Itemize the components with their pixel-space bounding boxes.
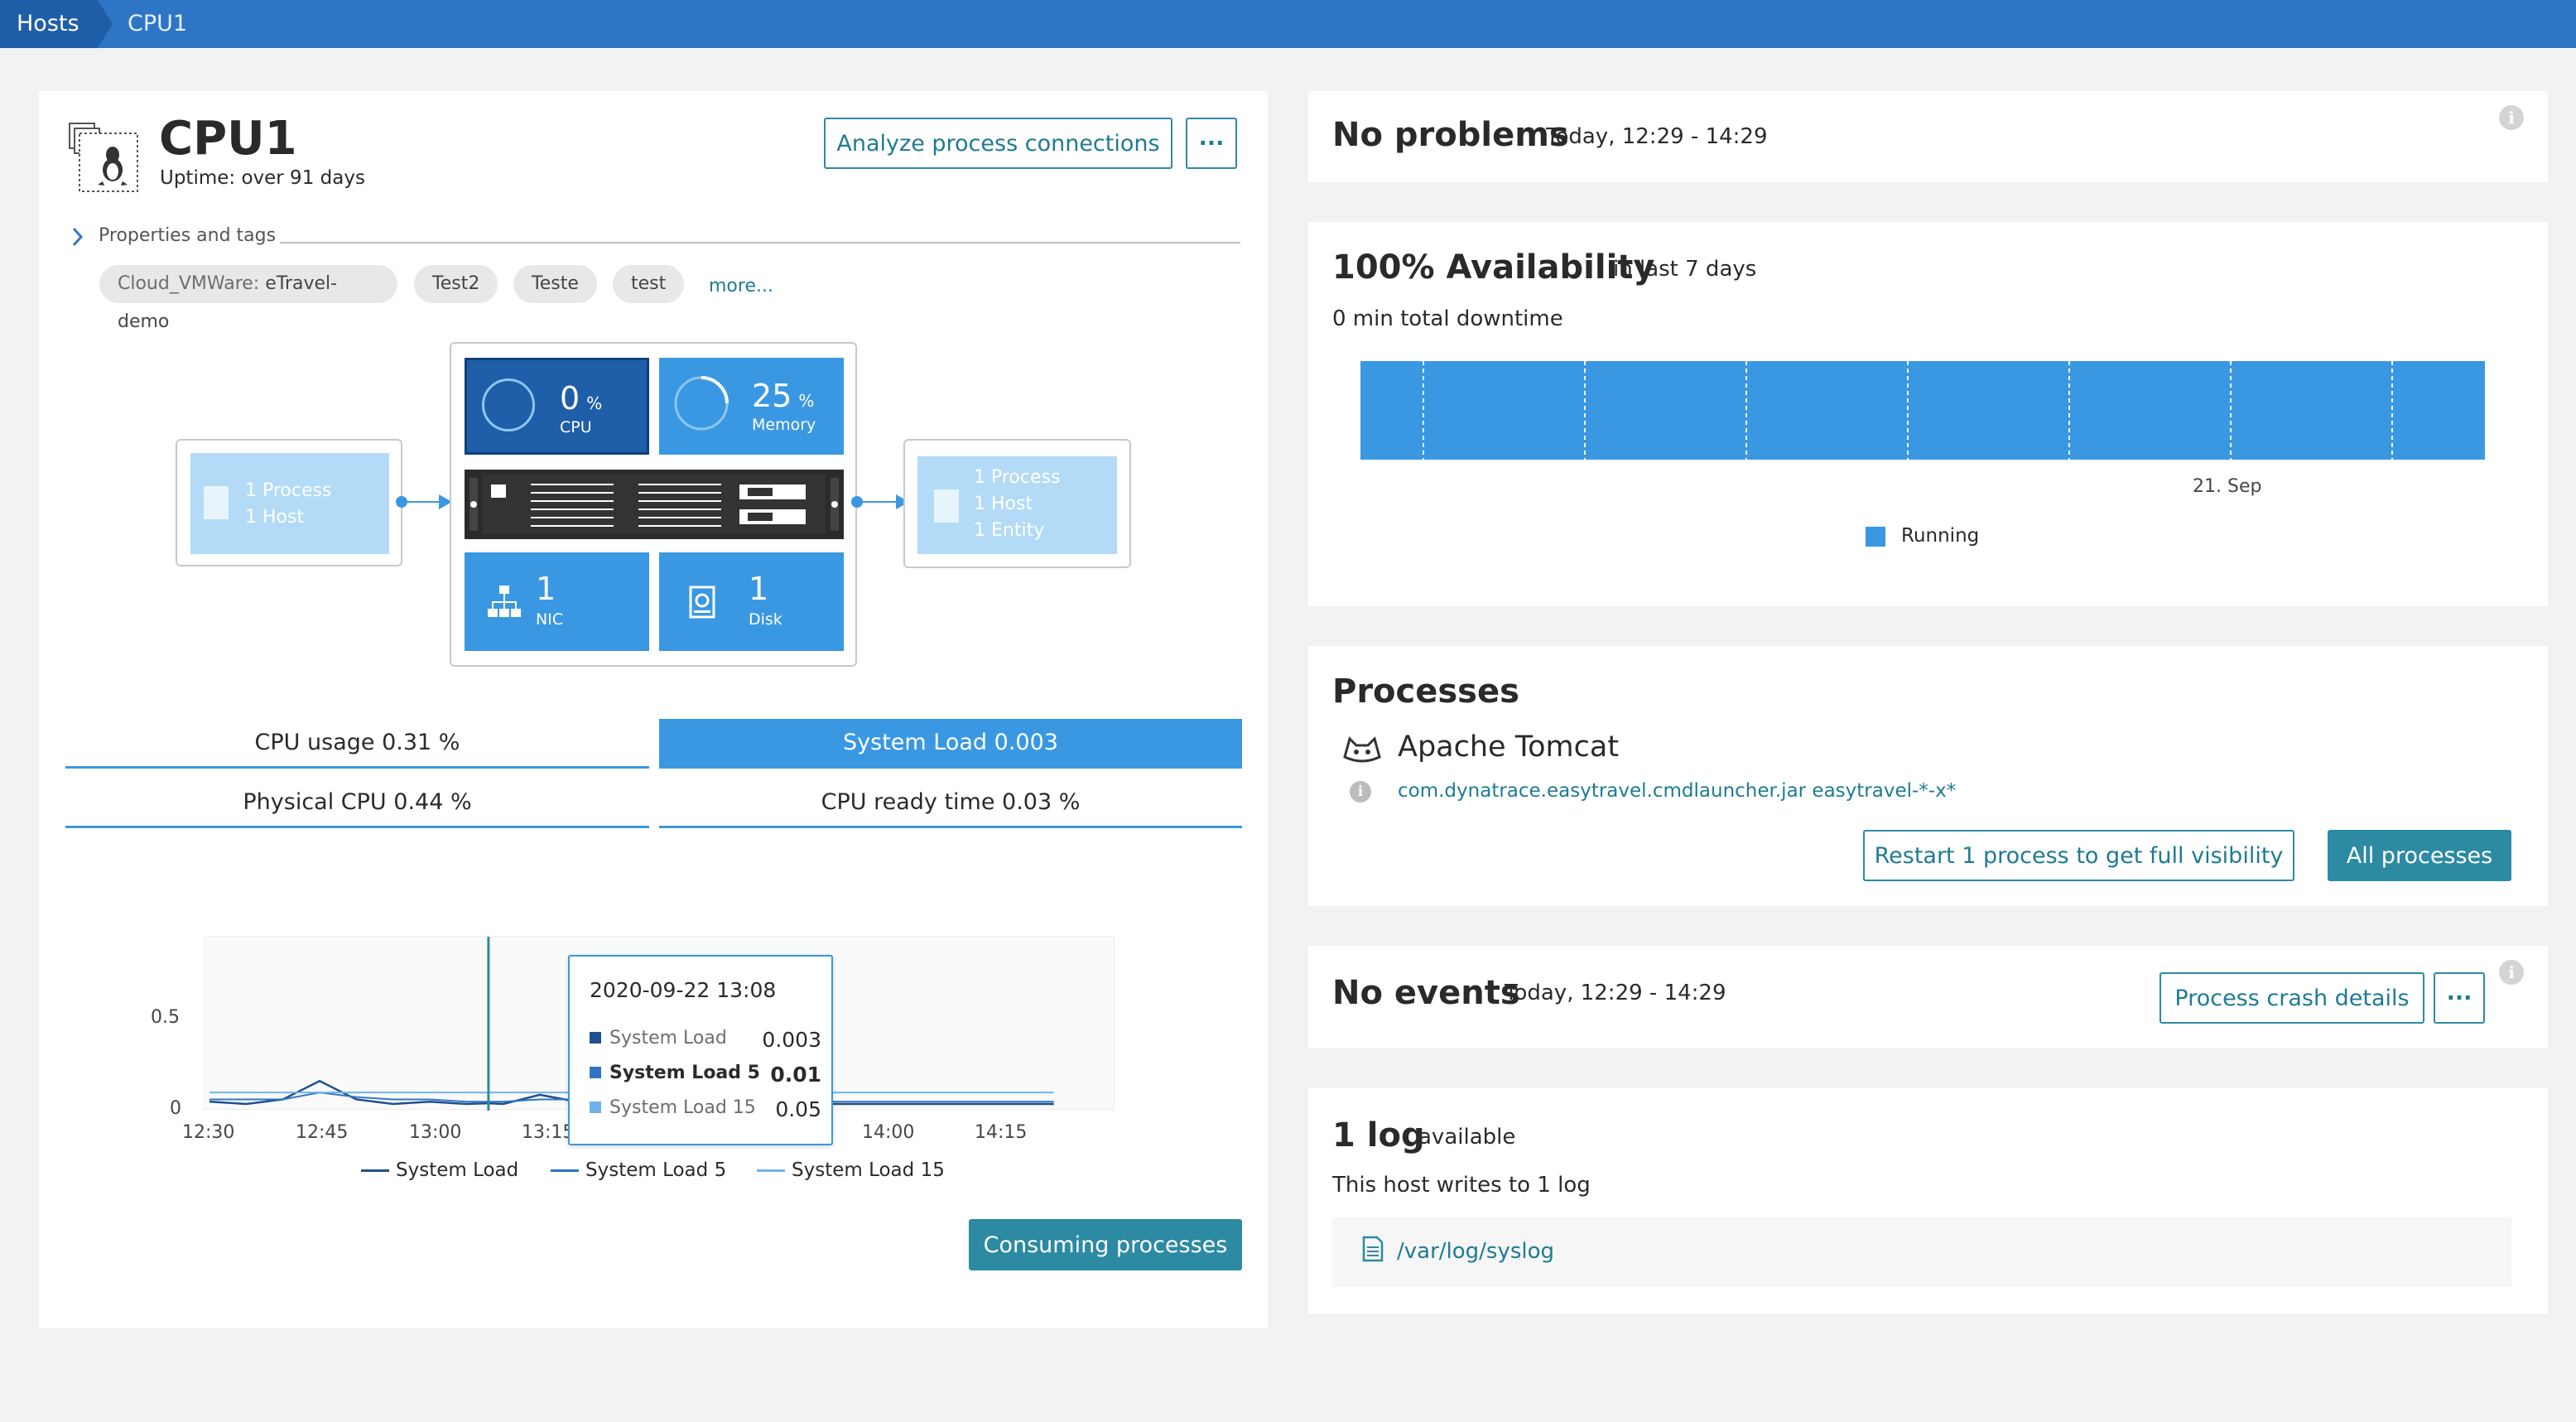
linux-host-icon [66, 120, 142, 196]
incoming-process-label: 1 Process 1 Host [245, 480, 332, 528]
problems-time: Today, 12:29 - 14:29 [1546, 124, 1768, 149]
tab-cpu-usage[interactable]: CPU usage 0.31 % [65, 719, 649, 769]
more-tags-link[interactable]: more... [709, 276, 773, 296]
tooltip-row: System Load 15 0.05 [590, 1097, 821, 1121]
incoming-process-tile[interactable]: 1 Process 1 Host [190, 453, 389, 554]
tomcat-icon [1341, 732, 1383, 765]
x-tick: 13:00 [409, 1122, 462, 1143]
properties-toggle[interactable]: Properties and tags [99, 225, 276, 246]
y-tick: 0.5 [151, 1007, 180, 1028]
host-title: CPU1 [159, 112, 297, 166]
tag-test2[interactable]: Test2 [414, 265, 498, 303]
tag-cloud-vmware[interactable]: Cloud_VMWare: eTravel-demo [99, 265, 397, 332]
connector-dot [396, 496, 407, 508]
legend-item-system-load-5[interactable]: System Load 5 [551, 1159, 726, 1181]
process-icon [204, 486, 229, 519]
events-more-button[interactable]: ··· [2434, 972, 2485, 1024]
outgoing-process-tile[interactable]: 1 Process 1 Host 1 Entity [917, 456, 1117, 554]
process-crash-details-button[interactable]: Process crash details [2160, 972, 2424, 1024]
log-path-link[interactable]: /var/log/syslog [1397, 1239, 1554, 1264]
availability-date-tick: 21. Sep [2193, 476, 2262, 497]
chevron-right-icon[interactable] [70, 225, 86, 248]
logs-available: available [1418, 1125, 1516, 1150]
process-icon [934, 489, 959, 523]
memory-gauge-icon [674, 376, 729, 431]
connector-dot [851, 496, 863, 508]
tooltip-time: 2020-09-22 13:08 [590, 978, 777, 1002]
events-title: No events [1332, 974, 1520, 1012]
network-icon [488, 586, 521, 617]
x-tick: 12:30 [182, 1122, 235, 1143]
process-name[interactable]: Apache Tomcat [1398, 730, 1619, 764]
x-tick: 13:15 [522, 1122, 575, 1143]
availability-legend[interactable]: Running [1901, 525, 1979, 547]
info-icon[interactable]: i [2499, 960, 2524, 985]
availability-range: in last 7 days [1613, 257, 1757, 282]
memory-tile[interactable]: 25% Memory [659, 358, 844, 455]
availability-downtime: 0 min total downtime [1332, 306, 1563, 331]
consuming-processes-button[interactable]: Consuming processes [969, 1219, 1242, 1270]
tooltip-row: System Load 5 0.01 [590, 1063, 821, 1087]
tab-cpu-ready-time[interactable]: CPU ready time 0.03 % [659, 778, 1242, 828]
tag-teste[interactable]: Teste [513, 265, 597, 303]
restart-process-button[interactable]: Restart 1 process to get full visibility [1863, 830, 2294, 881]
tab-physical-cpu[interactable]: Physical CPU 0.44 % [65, 778, 649, 828]
legend-item-system-load-15[interactable]: System Load 15 [757, 1159, 945, 1181]
info-icon[interactable]: i [1350, 781, 1371, 803]
legend-item-system-load[interactable]: System Load [361, 1159, 518, 1181]
cpu-tile[interactable]: 0% CPU [465, 358, 649, 455]
log-item[interactable]: /var/log/syslog [1332, 1217, 2511, 1287]
info-icon[interactable]: i [2499, 105, 2524, 130]
logs-title: 1 log [1332, 1116, 1425, 1154]
availability-title: 100% Availability [1332, 248, 1655, 287]
server-rack-icon [465, 470, 844, 539]
chart-tooltip: 2020-09-22 13:08 System Load 0.003 System… [568, 955, 833, 1145]
host-more-button[interactable]: ··· [1186, 118, 1237, 169]
problems-title: No problems [1332, 116, 1569, 154]
breadcrumb: Hosts CPU1 [0, 0, 2576, 48]
x-tick: 14:00 [862, 1122, 915, 1143]
process-command-link[interactable]: com.dynatrace.easytravel.cmdlauncher.jar… [1398, 780, 1956, 802]
tooltip-row: System Load 0.003 [590, 1028, 821, 1052]
x-tick: 14:15 [975, 1122, 1028, 1143]
divider [280, 242, 1240, 243]
availability-bar[interactable] [1360, 361, 2485, 460]
x-tick: 12:45 [296, 1122, 349, 1143]
log-file-icon [1362, 1236, 1384, 1262]
tab-system-load[interactable]: System Load 0.003 [659, 719, 1242, 769]
disk-tile[interactable]: 1 Disk [659, 552, 844, 651]
breadcrumb-hosts[interactable]: Hosts [0, 0, 113, 48]
disk-icon [689, 586, 715, 619]
tag-test[interactable]: test [613, 265, 685, 303]
logs-description: This host writes to 1 log [1332, 1173, 1591, 1198]
processes-title: Processes [1332, 672, 1519, 711]
host-uptime: Uptime: over 91 days [160, 167, 365, 189]
events-time: Today, 12:29 - 14:29 [1505, 981, 1726, 1005]
y-tick: 0 [170, 1098, 181, 1119]
nic-tile[interactable]: 1 NIC [465, 552, 649, 651]
cpu-gauge-icon [482, 378, 535, 431]
analyze-connections-button[interactable]: Analyze process connections [824, 118, 1172, 169]
all-processes-button[interactable]: All processes [2328, 830, 2511, 881]
legend-swatch [1866, 527, 1885, 547]
breadcrumb-current[interactable]: CPU1 [128, 0, 187, 48]
outgoing-process-label: 1 Process 1 Host 1 Entity [974, 467, 1061, 541]
